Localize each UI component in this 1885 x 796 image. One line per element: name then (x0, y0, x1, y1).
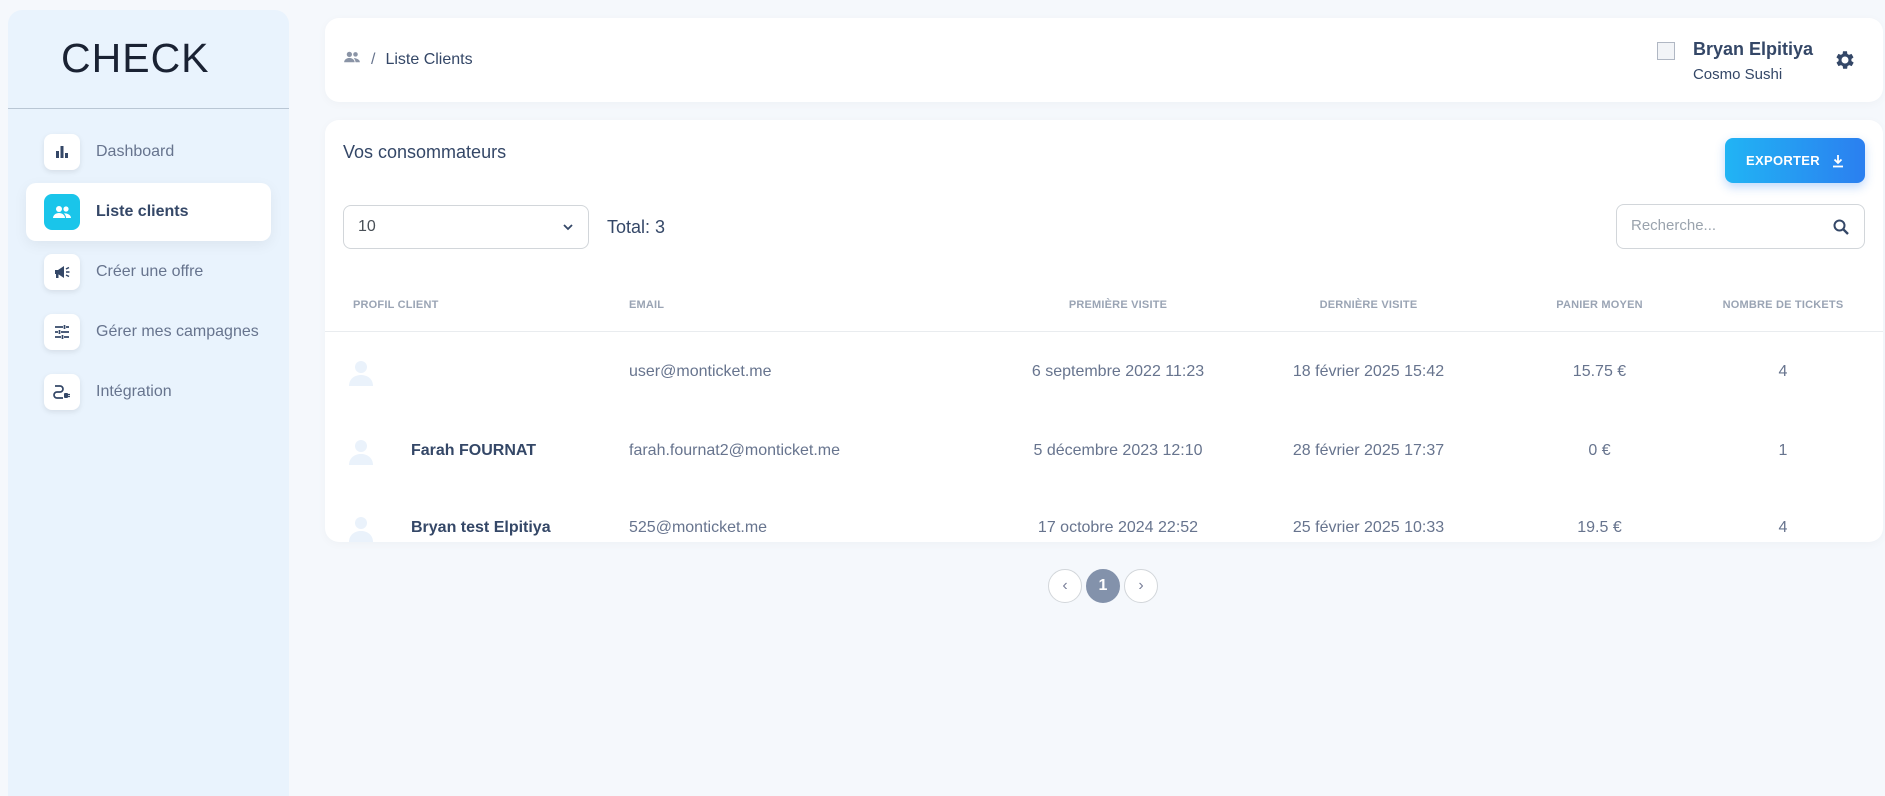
client-first-visit: 17 octobre 2024 22:52 (1037, 518, 1199, 536)
client-avg-basket: 19.5 € (1577, 518, 1622, 536)
table-row[interactable]: user@monticket.me 6 septembre 2022 11:23… (325, 331, 1883, 412)
sidebar-item-gerer-campagnes[interactable]: Gérer mes campagnes (26, 303, 271, 361)
export-button[interactable]: EXPORTER (1725, 138, 1865, 183)
sidebar-item-label: Créer une offre (96, 263, 204, 280)
search-input[interactable] (1631, 217, 1821, 234)
client-last-visit: 28 février 2025 17:37 (1292, 441, 1445, 459)
sidebar-item-label: Intégration (96, 383, 172, 400)
check-logo-icon: CHECK (61, 39, 210, 79)
user-name: Bryan Elpitiya (1692, 39, 1813, 59)
tune-icon (44, 314, 80, 350)
client-avg-basket: 0 € (1588, 441, 1611, 459)
pagination-page-1[interactable]: 1 (1086, 569, 1120, 603)
client-profile (325, 356, 629, 388)
chevron-down-icon (563, 224, 573, 231)
pagination-prev-button[interactable]: ‹ (1048, 569, 1082, 603)
table-row[interactable]: Farah FOURNAT farah.fournat2@monticket.m… (325, 412, 1883, 489)
user-profile[interactable]: Bryan Elpitiya Cosmo Sushi (1656, 39, 1813, 83)
clients-table: Profil client Email Première visite Dern… (325, 280, 1883, 566)
column-header-premiere-visite[interactable]: Première visite (1015, 280, 1221, 332)
column-header-derniere-visite[interactable]: Dernière visite (1221, 280, 1516, 332)
sidebar-item-dashboard[interactable]: Dashboard (26, 123, 271, 181)
client-last-visit: 18 février 2025 15:42 (1292, 362, 1445, 380)
card-title: Vos consommateurs (343, 142, 507, 162)
breadcrumb: / Liste Clients (343, 50, 473, 69)
client-email: user@monticket.me (629, 362, 772, 380)
table-row[interactable]: Bryan test Elpitiya 525@monticket.me 17 … (325, 489, 1883, 566)
export-button-label: EXPORTER (1746, 153, 1820, 168)
column-header-email[interactable]: Email (629, 280, 1015, 332)
sidebar-item-label: Gérer mes campagnes (96, 323, 259, 340)
svg-text:CHECK: CHECK (61, 39, 210, 79)
column-header-profil[interactable]: Profil client (325, 280, 629, 332)
sidebar-item-creer-offre[interactable]: Créer une offre (26, 243, 271, 301)
search-box (1616, 204, 1865, 249)
gear-icon[interactable] (1833, 48, 1857, 77)
client-email: farah.fournat2@monticket.me (629, 441, 841, 459)
pagination-next-button[interactable]: › (1124, 569, 1158, 603)
bar-chart-icon (44, 134, 80, 170)
top-navbar: / Liste Clients Bryan Elpitiya Cosmo Sus… (325, 18, 1883, 102)
column-header-panier-moyen[interactable]: Panier moyen (1516, 280, 1683, 332)
column-header-nombre-tickets[interactable]: Nombre de tickets (1683, 280, 1883, 332)
client-name: Bryan test Elpitiya (411, 518, 551, 536)
client-profile: Farah FOURNAT (325, 435, 629, 467)
client-first-visit: 6 septembre 2022 11:23 (1031, 362, 1205, 380)
pagination: ‹ 1 › (1048, 569, 1158, 603)
sidebar: CHECK Dashboard Liste clients Créer une … (8, 10, 289, 796)
breadcrumb-current: Liste Clients (385, 50, 473, 68)
client-tickets: 4 (1778, 518, 1788, 536)
integration-icon (44, 374, 80, 410)
sidebar-item-label: Dashboard (96, 143, 175, 160)
people-icon[interactable] (343, 50, 361, 69)
user-avatar-broken-image (1656, 42, 1675, 60)
table-header-row: Profil client Email Première visite Dern… (325, 280, 1883, 332)
user-company: Cosmo Sushi (1692, 66, 1783, 83)
clients-card: Vos consommateurs EXPORTER 10 Total: 3 P… (325, 120, 1883, 542)
search-icon[interactable] (1832, 218, 1850, 241)
client-first-visit: 5 décembre 2023 12:10 (1033, 441, 1203, 459)
user-placeholder-icon (349, 516, 373, 542)
sidebar-item-liste-clients[interactable]: Liste clients (26, 183, 271, 241)
total-count: Total: 3 (607, 217, 666, 237)
sidebar-item-label: Liste clients (96, 203, 189, 220)
page-size-value: 10 (358, 218, 376, 235)
client-tickets: 1 (1778, 441, 1788, 459)
client-name: Farah FOURNAT (411, 441, 537, 459)
page-size-select[interactable]: 10 (343, 205, 589, 249)
sidebar-nav: Dashboard Liste clients Créer une offre … (8, 109, 289, 421)
client-profile: Bryan test Elpitiya (325, 512, 629, 544)
client-avg-basket: 15.75 € (1572, 362, 1627, 380)
megaphone-icon (44, 254, 80, 290)
sidebar-item-integration[interactable]: Intégration (26, 363, 271, 421)
brand-logo[interactable]: CHECK (8, 10, 289, 109)
download-icon (1832, 154, 1843, 167)
client-email: 525@monticket.me (629, 518, 768, 536)
user-placeholder-icon (349, 360, 373, 386)
client-last-visit: 25 février 2025 10:33 (1292, 518, 1445, 536)
breadcrumb-separator: / (371, 50, 376, 68)
client-tickets: 4 (1778, 362, 1788, 380)
people-icon (44, 194, 80, 230)
user-placeholder-icon (349, 439, 373, 465)
